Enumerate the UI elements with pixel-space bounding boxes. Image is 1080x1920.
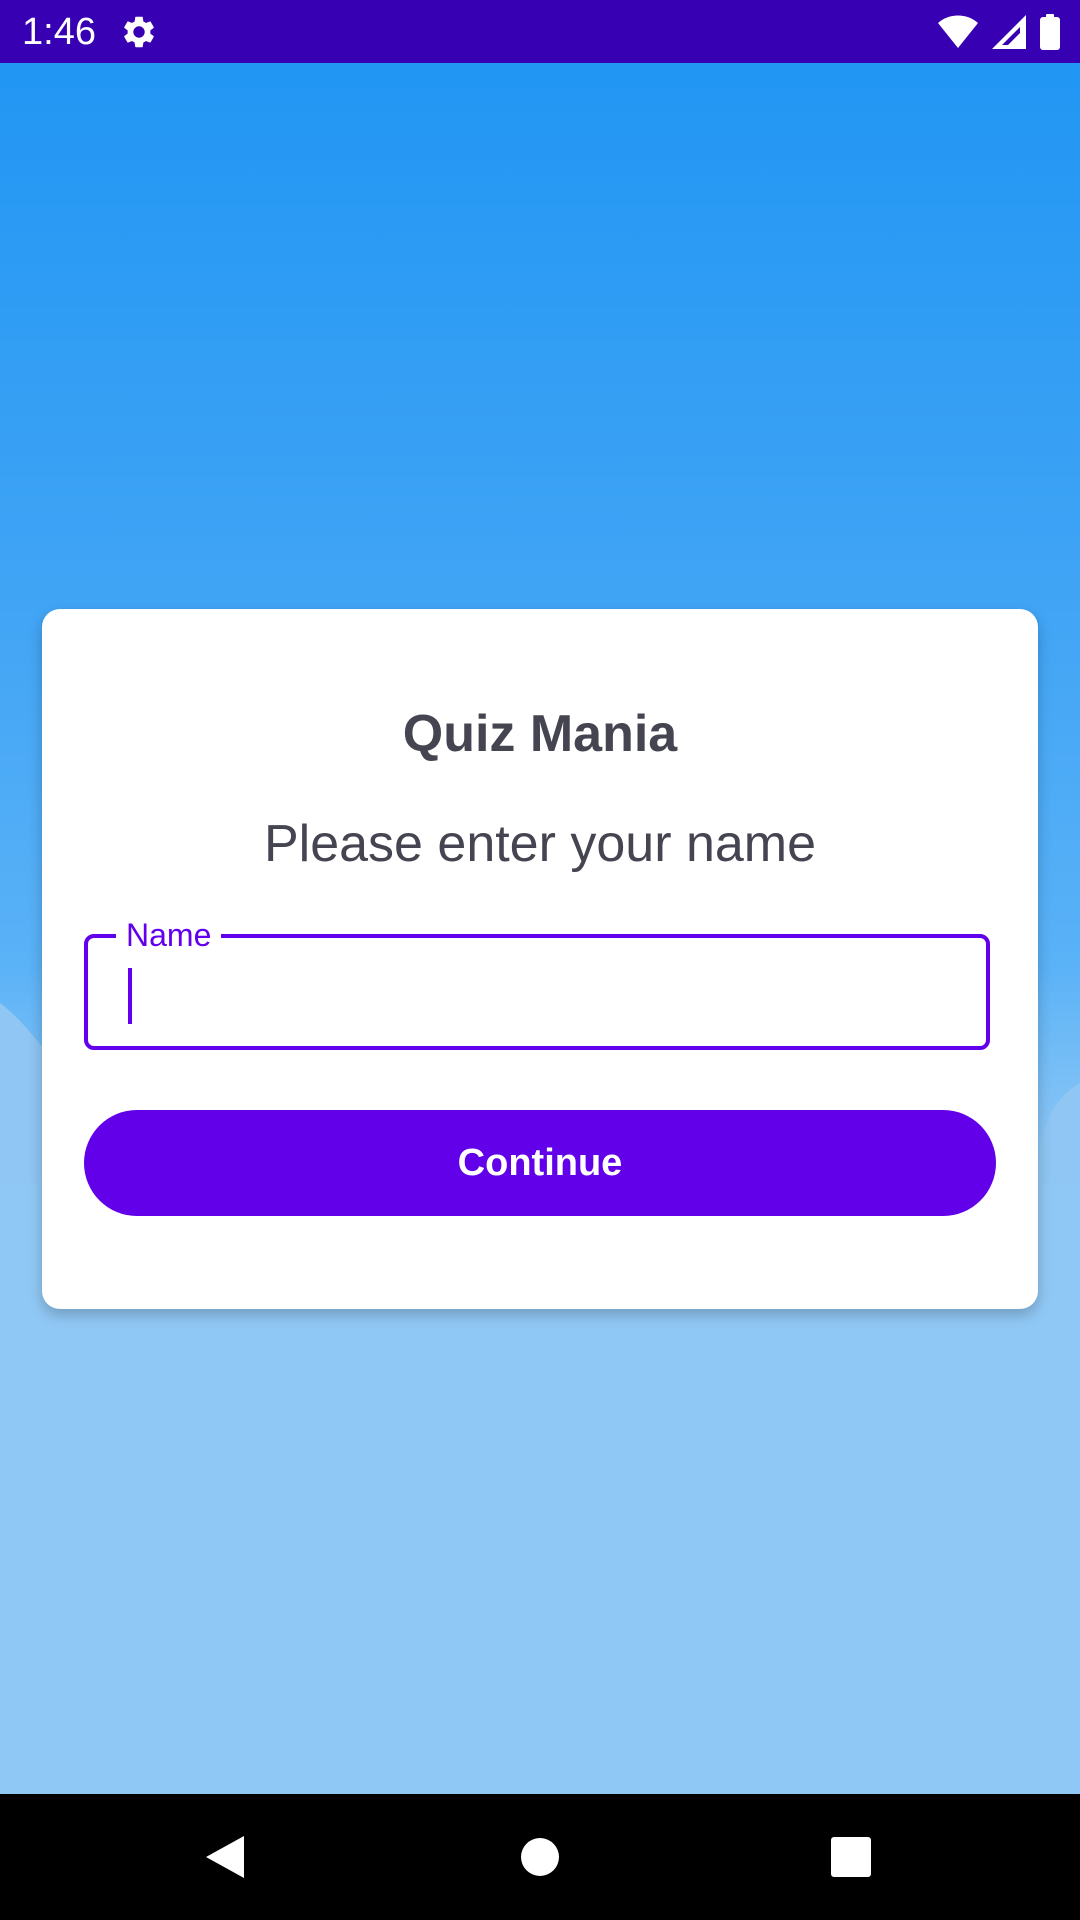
name-field-label: Name <box>116 916 222 954</box>
name-field[interactable]: Name <box>84 916 990 1050</box>
text-cursor <box>128 968 132 1024</box>
back-triangle-icon[interactable] <box>192 1824 258 1890</box>
wifi-icon <box>938 15 978 48</box>
home-circle-icon[interactable] <box>507 1824 573 1890</box>
name-entry-card: Quiz Mania Please enter your name Name C… <box>42 609 1038 1309</box>
name-input[interactable] <box>118 956 958 1028</box>
continue-button[interactable]: Continue <box>84 1110 996 1216</box>
screen: 1:46 Quiz Mania Please enter your name N… <box>0 0 1080 1920</box>
status-icons <box>938 12 1060 52</box>
navigation-bar <box>0 1794 1080 1920</box>
signal-icon <box>992 15 1026 49</box>
app-title: Quiz Mania <box>402 705 678 763</box>
status-bar: 1:46 <box>0 0 1080 63</box>
gear-icon <box>124 16 154 48</box>
name-prompt: Please enter your name <box>263 815 817 873</box>
status-time: 1:46 <box>22 11 96 53</box>
recents-square-icon[interactable] <box>818 1824 884 1890</box>
battery-icon <box>1040 14 1060 50</box>
